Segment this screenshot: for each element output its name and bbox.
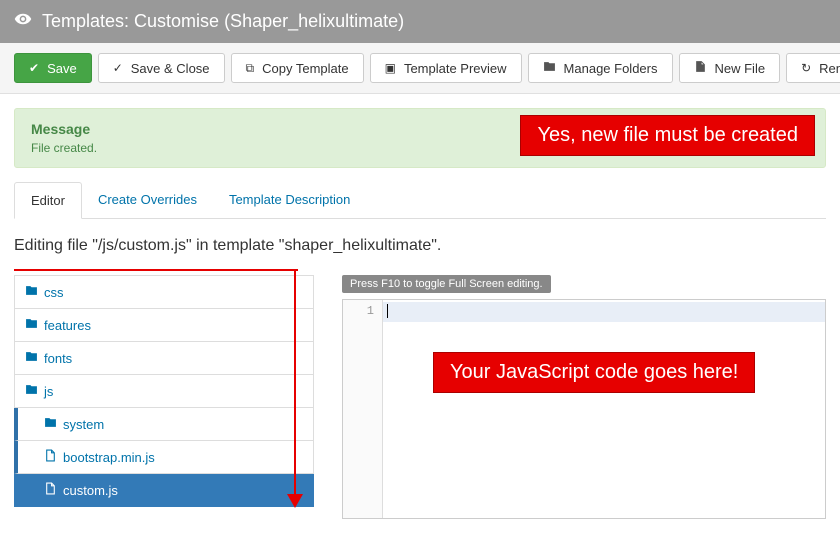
- tabs: Editor Create Overrides Template Descrip…: [14, 182, 826, 219]
- save-label: Save: [47, 61, 77, 76]
- fullscreen-hint: Press F10 to toggle Full Screen editing.: [342, 275, 551, 293]
- folder-icon: [543, 60, 556, 76]
- tab-editor[interactable]: Editor: [14, 182, 82, 219]
- code-editor: Press F10 to toggle Full Screen editing.…: [342, 275, 826, 519]
- file-icon: [44, 482, 57, 498]
- folder-icon: [44, 416, 57, 432]
- check-icon: ✓: [113, 61, 123, 75]
- tree-label: features: [44, 318, 91, 333]
- arrow-top: [14, 269, 298, 271]
- editing-path: Editing file "/js/custom.js" in template…: [14, 237, 826, 255]
- tree-folder-system[interactable]: system: [14, 408, 314, 441]
- success-alert: Message File created. Yes, new file must…: [14, 108, 826, 168]
- copy-label: Copy Template: [262, 61, 348, 76]
- toolbar: ✔ Save ✓ Save & Close ⧉ Copy Template ▣ …: [0, 43, 840, 94]
- eye-icon: [14, 10, 32, 33]
- tree-file-custom[interactable]: custom.js: [14, 474, 314, 507]
- reload-icon: ↻: [801, 61, 811, 75]
- folder-icon: [25, 350, 38, 366]
- code-textarea[interactable]: 1 Your JavaScript code goes here!: [342, 299, 826, 519]
- arrow-line: [294, 269, 296, 501]
- folder-open-icon: [25, 383, 38, 399]
- tree-folder-css[interactable]: css: [14, 275, 314, 309]
- copy-icon: ⧉: [246, 61, 255, 76]
- annotation-code: Your JavaScript code goes here!: [433, 352, 755, 393]
- tree-label: fonts: [44, 351, 72, 366]
- save-close-label: Save & Close: [131, 61, 210, 76]
- image-icon: ▣: [385, 61, 396, 75]
- file-tree: css features fonts js system bootstrap.m…: [14, 275, 314, 519]
- folder-icon: [25, 317, 38, 333]
- folder-icon: [25, 284, 38, 300]
- tree-label: bootstrap.min.js: [63, 450, 155, 465]
- save-button[interactable]: ✔ Save: [14, 53, 92, 83]
- tree-label: js: [44, 384, 53, 399]
- newfile-label: New File: [715, 61, 766, 76]
- tree-folder-js[interactable]: js: [14, 375, 314, 408]
- tree-label: system: [63, 417, 104, 432]
- manage-folders-button[interactable]: Manage Folders: [528, 53, 673, 83]
- content-area: Message File created. Yes, new file must…: [0, 94, 840, 533]
- copy-template-button[interactable]: ⧉ Copy Template: [231, 53, 364, 83]
- line-number: 1: [343, 300, 382, 318]
- annotation-created: Yes, new file must be created: [520, 115, 815, 156]
- tab-description[interactable]: Template Description: [213, 182, 366, 218]
- new-file-button[interactable]: New File: [679, 53, 781, 83]
- folders-label: Manage Folders: [564, 61, 658, 76]
- preview-label: Template Preview: [404, 61, 507, 76]
- tree-file-bootstrap[interactable]: bootstrap.min.js: [14, 441, 314, 474]
- tree-label: css: [44, 285, 64, 300]
- rename-file-button[interactable]: ↻ Rename F: [786, 53, 840, 83]
- line-gutter: 1: [343, 300, 383, 518]
- tab-overrides[interactable]: Create Overrides: [82, 182, 213, 218]
- file-icon: [44, 449, 57, 465]
- rename-label: Rename F: [819, 61, 840, 76]
- save-close-button[interactable]: ✓ Save & Close: [98, 53, 225, 83]
- page-title: Templates: Customise (Shaper_helixultima…: [42, 11, 404, 32]
- text-cursor: [387, 304, 388, 318]
- arrow-annotation: [14, 269, 826, 271]
- arrow-head-icon: [287, 494, 303, 508]
- template-preview-button[interactable]: ▣ Template Preview: [370, 53, 522, 83]
- tree-label: custom.js: [63, 483, 118, 498]
- tree-folder-features[interactable]: features: [14, 309, 314, 342]
- check-icon: ✔: [29, 61, 39, 75]
- page-header: Templates: Customise (Shaper_helixultima…: [0, 0, 840, 43]
- tree-folder-fonts[interactable]: fonts: [14, 342, 314, 375]
- code-line-1[interactable]: [383, 302, 825, 322]
- file-icon: [694, 60, 707, 76]
